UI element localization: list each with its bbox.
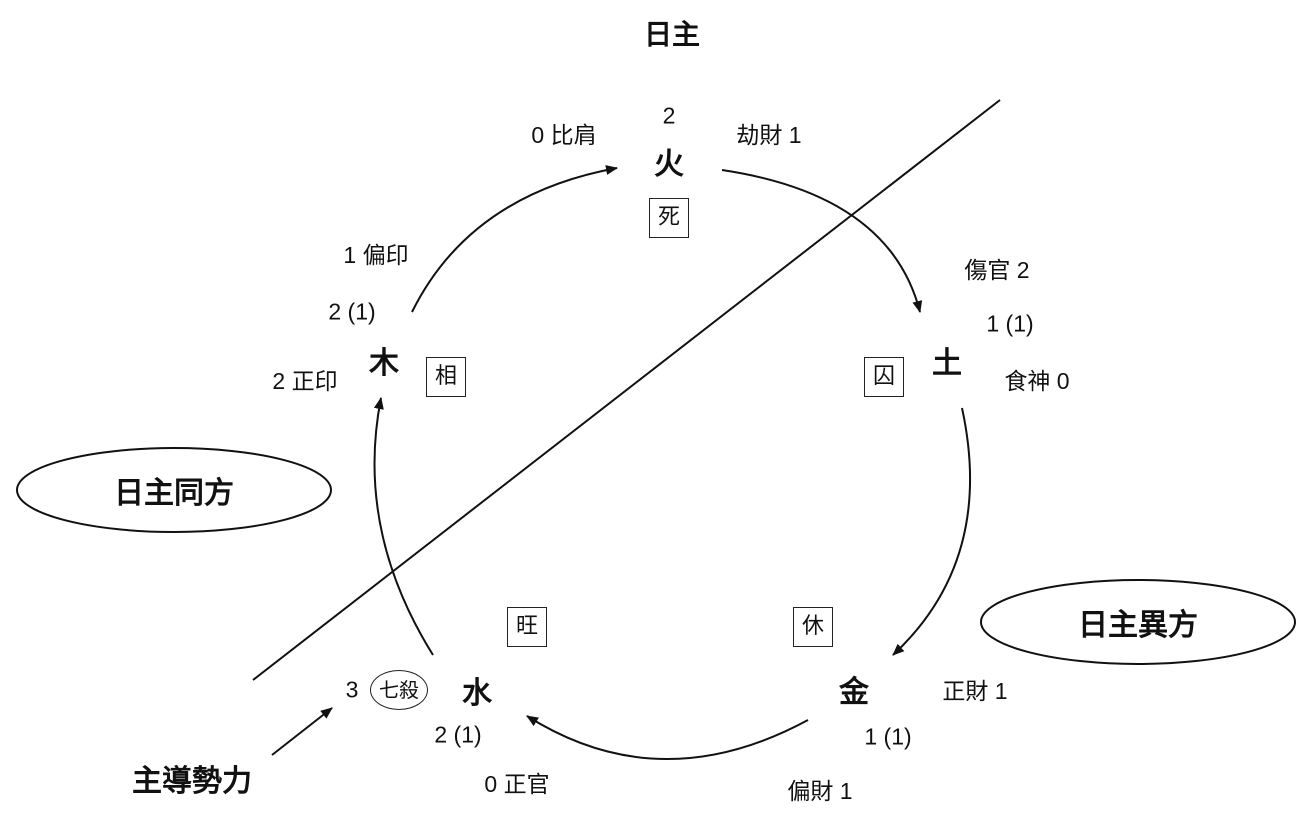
water-count: 2 (1): [434, 721, 482, 748]
god-qisha-circled: 七殺: [370, 670, 428, 710]
fire-state-box: 死: [649, 198, 689, 238]
arrow-fire-to-earth: [721, 169, 923, 313]
god-shishen: 食神 0: [1004, 368, 1070, 394]
five-elements-diagram: 日主 2 火 死 0 比肩 劫財 1 傷官 2 1 (1) 土 囚 食神 0 休…: [0, 0, 1304, 822]
region-dominant-force: 主導勢力: [132, 764, 252, 799]
metal-count: 1 (1): [864, 723, 912, 750]
diagram-lines: [16, 99, 1296, 760]
god-zhengguan: 0 正官: [484, 771, 550, 797]
god-piancai: 偏財 1: [787, 778, 853, 804]
wood-state-box: 相: [426, 357, 466, 397]
qisha-count: 3: [345, 676, 359, 703]
god-bijian: 0 比肩: [531, 122, 597, 148]
earth-count: 1 (1): [986, 310, 1034, 337]
region-different-side: 日主異方: [1078, 608, 1198, 643]
element-metal: 金: [839, 675, 869, 710]
arrow-wood-to-fire: [411, 165, 618, 313]
element-wood: 木: [369, 346, 399, 381]
arrow-dominant-force: [271, 707, 333, 756]
region-same-side: 日主同方: [114, 476, 234, 511]
page-title: 日主: [643, 18, 701, 51]
god-jiecai: 劫財 1: [736, 122, 802, 148]
god-pianyin: 1 偏印: [343, 242, 409, 268]
fire-count: 2: [662, 102, 676, 129]
element-fire: 火: [654, 147, 684, 182]
god-shangguan: 傷官 2: [964, 257, 1030, 283]
element-water: 水: [462, 676, 492, 711]
arrow-earth-to-metal: [892, 407, 972, 656]
metal-state-box: 休: [793, 607, 833, 647]
arrow-water-to-wood: [373, 397, 434, 656]
wood-count: 2 (1): [328, 298, 376, 325]
water-state-box: 旺: [507, 607, 547, 647]
arrow-metal-to-water: [526, 715, 809, 760]
element-earth: 土: [932, 346, 962, 381]
earth-state-box: 囚: [864, 357, 904, 397]
god-zhengyin: 2 正印: [272, 368, 338, 394]
god-zhengcai: 正財 1: [942, 678, 1008, 704]
